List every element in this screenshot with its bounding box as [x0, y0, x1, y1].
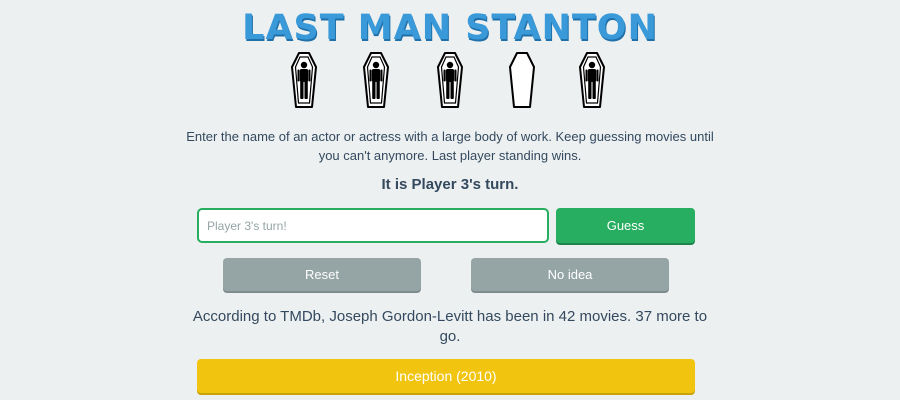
guessed-movie-item: Inception (2010): [197, 359, 695, 393]
coffin-with-person-icon: [437, 52, 463, 108]
game-page: LAST MAN STANTON Enter the name of an ac…: [0, 0, 900, 400]
turn-indicator: It is Player 3's turn.: [381, 176, 519, 193]
coffin-with-person-icon: [363, 52, 389, 108]
page-title: LAST MAN STANTON: [242, 8, 658, 48]
guess-input[interactable]: [197, 208, 549, 243]
movie-count-info: According to TMDb, Joseph Gordon-Levitt …: [192, 308, 708, 345]
game-description: Enter the name of an actor or actress wi…: [186, 129, 714, 163]
coffin-with-person-icon: [291, 52, 317, 108]
reset-button[interactable]: Reset: [223, 258, 421, 291]
no-idea-button[interactable]: No idea: [471, 258, 669, 291]
coffin-with-person-icon: [579, 52, 605, 108]
player-coffins: [290, 52, 610, 112]
empty-coffin-icon: [509, 52, 535, 108]
guess-button[interactable]: Guess: [556, 208, 695, 243]
